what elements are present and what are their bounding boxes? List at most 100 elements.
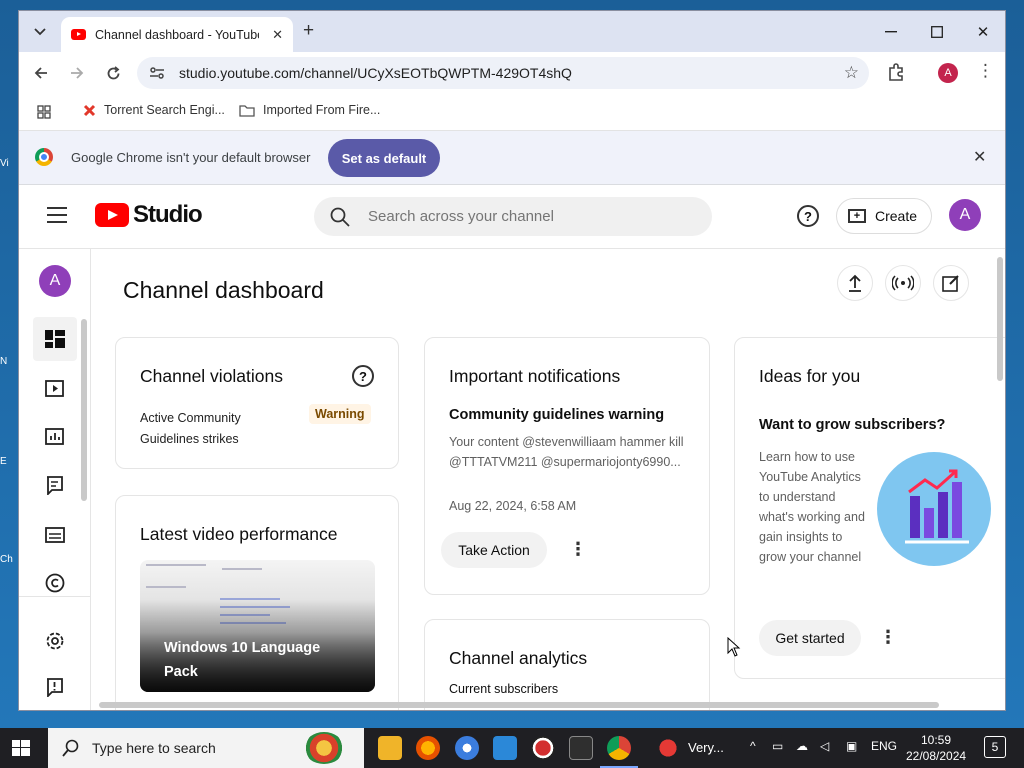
mouse-pointer-icon xyxy=(727,637,741,657)
card-title: Important notifications xyxy=(449,366,621,386)
upload-icon xyxy=(849,274,861,292)
tab-search-button[interactable] xyxy=(27,19,53,45)
notification-center-icon[interactable]: 5 xyxy=(984,736,1006,758)
solitaire-icon[interactable] xyxy=(569,736,593,760)
apps-grid-icon[interactable] xyxy=(37,105,51,119)
studio-logo[interactable]: Studio xyxy=(95,201,203,229)
desktop-icon-label[interactable]: E xyxy=(0,456,18,467)
channel-analytics-card: Channel analytics Current subscribers xyxy=(424,619,710,710)
sidebar-item-settings[interactable] xyxy=(39,625,71,657)
network-icon[interactable]: ▭ xyxy=(772,739,783,753)
back-arrow-icon[interactable] xyxy=(28,60,54,86)
app-taskbar-icon[interactable] xyxy=(656,736,680,760)
sidebar-item-feedback[interactable] xyxy=(39,671,71,703)
close-window-icon[interactable]: ✕ xyxy=(960,11,1005,52)
forward-arrow-icon[interactable] xyxy=(64,60,90,86)
create-post-button[interactable] xyxy=(933,265,969,301)
get-started-button[interactable]: Get started xyxy=(759,620,861,656)
minimize-glyph xyxy=(885,30,897,32)
system-clock[interactable]: 10:59 22/08/2024 xyxy=(906,732,966,764)
notification-count: 5 xyxy=(991,740,999,754)
onedrive-cloud-icon[interactable]: ☁ xyxy=(796,739,808,753)
site-settings-icon[interactable] xyxy=(149,65,165,81)
analytics-chart-icon xyxy=(45,428,64,445)
help-icon[interactable]: ? xyxy=(797,205,819,227)
sidebar-item-content[interactable] xyxy=(39,373,71,405)
notification-heading: Community guidelines warning xyxy=(449,407,665,423)
account-avatar[interactable]: A xyxy=(949,199,981,231)
desktop-icon-label[interactable]: Vi xyxy=(0,158,18,169)
main-vertical-scrollbar[interactable] xyxy=(997,257,1003,381)
channel-search-box[interactable] xyxy=(314,197,712,236)
search-icon xyxy=(330,207,350,227)
sidebar-item-copyright[interactable] xyxy=(39,567,71,599)
channel-avatar[interactable]: A xyxy=(39,265,71,297)
browser-menu-icon[interactable]: ⋮ xyxy=(977,61,994,81)
sidebar-item-subtitles[interactable] xyxy=(39,519,71,551)
youtube-studio-page: Studio ? + Create A A xyxy=(19,185,1005,710)
analytics-subtitle: Current subscribers xyxy=(449,682,559,696)
idea-body: Learn how to use YouTube Analytics to un… xyxy=(759,450,865,564)
new-tab-icon[interactable]: + xyxy=(303,20,314,42)
search-input[interactable] xyxy=(368,208,688,225)
important-notifications-card: Important notifications Community guidel… xyxy=(424,337,710,595)
tab-title: Channel dashboard - YouTube xyxy=(95,27,259,42)
bookmark-torrent-search[interactable]: Torrent Search Engi... xyxy=(83,103,225,117)
volume-icon[interactable]: ◁ xyxy=(820,739,829,753)
channel-violations-card: Channel violations ? Active Community Gu… xyxy=(115,337,399,469)
desktop-icon-label[interactable]: Ch xyxy=(0,554,18,565)
reload-icon[interactable] xyxy=(100,60,126,86)
sidebar-item-dashboard[interactable] xyxy=(33,317,77,361)
page-title: Channel dashboard xyxy=(123,277,324,303)
taskbar-search-box[interactable]: Type here to search xyxy=(48,728,364,768)
profile-avatar[interactable]: A xyxy=(938,63,958,83)
taskbar-app-label[interactable]: Very... xyxy=(688,740,724,755)
browser-tab[interactable]: Channel dashboard - YouTube ✕ xyxy=(61,17,293,52)
upload-button[interactable] xyxy=(837,265,873,301)
back-glyph xyxy=(34,67,47,79)
main-horizontal-scrollbar[interactable] xyxy=(99,702,939,708)
file-explorer-icon[interactable] xyxy=(378,736,402,760)
browser-window: Channel dashboard - YouTube ✕ + ✕ studio… xyxy=(18,10,1006,711)
set-as-default-button[interactable]: Set as default xyxy=(328,139,440,177)
more-options-icon[interactable]: ⋮ xyxy=(879,628,897,646)
record-icon[interactable] xyxy=(531,736,555,760)
firefox-icon[interactable] xyxy=(416,736,440,760)
store-icon[interactable] xyxy=(493,736,517,760)
sidebar-item-comments[interactable] xyxy=(39,469,71,501)
minimize-icon[interactable] xyxy=(868,11,914,52)
bookmark-imported-folder[interactable]: Imported From Fire... xyxy=(239,103,380,117)
more-options-icon[interactable]: ⋮ xyxy=(569,540,587,558)
studio-sidebar: A xyxy=(19,249,91,710)
sidebar-scrollbar[interactable] xyxy=(81,319,87,501)
maximize-icon[interactable] xyxy=(914,11,960,52)
sidebar-item-analytics[interactable] xyxy=(39,421,71,453)
gear-icon xyxy=(46,632,64,650)
clock-time: 10:59 xyxy=(920,733,952,747)
hamburger-menu-icon[interactable] xyxy=(47,207,67,223)
chevron-down-icon xyxy=(34,28,46,36)
studio-header: Studio ? + Create A xyxy=(19,185,1005,249)
help-question-icon[interactable]: ? xyxy=(352,365,374,387)
infobar-message: Google Chrome isn't your default browser xyxy=(71,150,311,165)
tab-close-icon[interactable]: ✕ xyxy=(272,27,283,43)
take-action-button[interactable]: Take Action xyxy=(441,532,547,568)
video-thumbnail[interactable]: Windows 10 Language Pack xyxy=(140,560,375,692)
chromium-icon[interactable] xyxy=(455,736,479,760)
extensions-puzzle-icon[interactable] xyxy=(885,60,909,84)
bookmark-star-icon[interactable]: ☆ xyxy=(844,63,859,83)
go-live-button[interactable] xyxy=(885,265,921,301)
address-bar[interactable]: studio.youtube.com/channel/UCyXsEOTbQWPT… xyxy=(137,57,869,89)
url-text[interactable]: studio.youtube.com/channel/UCyXsEOTbQWPT… xyxy=(179,65,572,81)
infobar-close-icon[interactable]: ✕ xyxy=(973,147,986,167)
create-button[interactable]: + Create xyxy=(836,198,932,234)
desktop-icon-label[interactable]: N xyxy=(0,356,18,367)
chrome-taskbar-icon[interactable] xyxy=(607,736,631,760)
display-icon[interactable]: ▣ xyxy=(846,739,857,753)
windows-taskbar: Type here to search Very... ^ ▭ ☁ ◁ ▣ EN… xyxy=(0,728,1024,768)
tray-chevron-icon[interactable]: ^ xyxy=(750,739,756,753)
card-title: Channel analytics xyxy=(449,648,588,668)
language-indicator[interactable]: ENG xyxy=(871,739,897,753)
windows-start-icon[interactable] xyxy=(12,740,30,756)
search-highlight-icon[interactable] xyxy=(304,732,344,764)
